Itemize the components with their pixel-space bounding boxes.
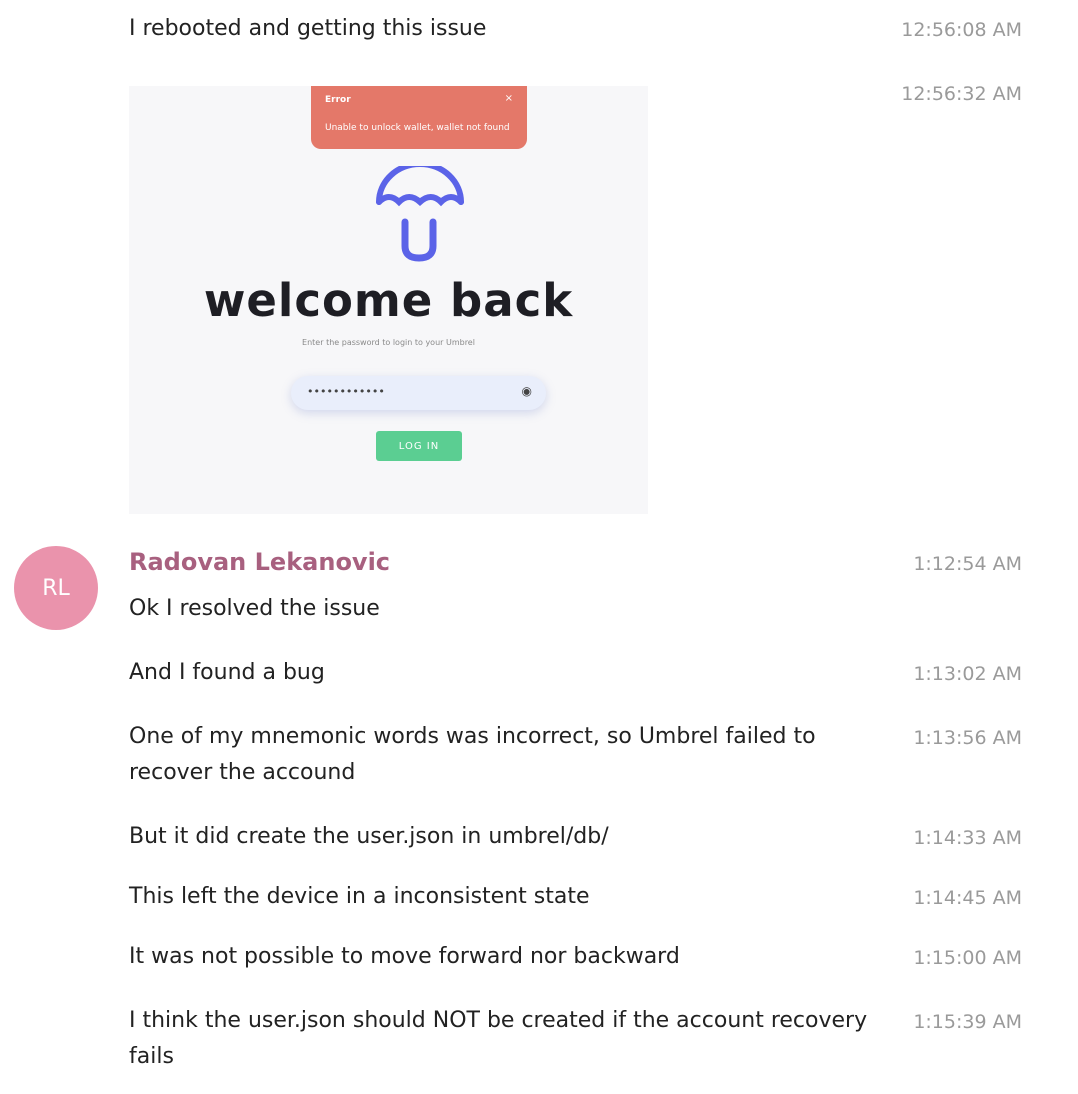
message-line: One of my mnemonic words was incorrect, … [129, 724, 816, 749]
sender-name[interactable]: Radovan Lekanovic [129, 548, 390, 576]
message-text: One of my mnemonic words was incorrect, … [129, 719, 816, 791]
message-timestamp: 1:15:00 AM [913, 947, 1022, 969]
error-message: Unable to unlock wallet, wallet not foun… [325, 123, 510, 133]
message-text: It was not possible to move forward nor … [129, 944, 680, 969]
login-button: LOG IN [376, 431, 462, 461]
message-line: recover the accound [129, 760, 356, 785]
message-timestamp: 1:13:02 AM [913, 663, 1022, 685]
message-timestamp: 1:14:33 AM [913, 827, 1022, 849]
password-field: •••••••••••• ◉ [291, 376, 546, 410]
message-timestamp: 12:56:32 AM [901, 83, 1022, 105]
password-value: •••••••••••• [307, 385, 385, 398]
message-timestamp: 1:15:39 AM [913, 1011, 1022, 1033]
image-attachment[interactable]: Error × Unable to unlock wallet, wallet … [129, 86, 648, 514]
message-text: I think the user.json should NOT be crea… [129, 1003, 867, 1075]
message-line: fails [129, 1044, 174, 1069]
umbrella-logo-icon [376, 166, 464, 262]
error-toast: Error × Unable to unlock wallet, wallet … [311, 86, 527, 149]
message-text: This left the device in a inconsistent s… [129, 884, 590, 909]
message-timestamp: 1:13:56 AM [913, 727, 1022, 749]
message-timestamp: 12:56:08 AM [901, 19, 1022, 41]
message-line: I think the user.json should NOT be crea… [129, 1008, 868, 1033]
login-subtitle: Enter the password to login to your Umbr… [302, 338, 475, 347]
close-icon: × [504, 93, 513, 104]
welcome-heading: welcome back [203, 274, 574, 327]
message-timestamp: 1:14:45 AM [913, 887, 1022, 909]
avatar[interactable]: RL [14, 546, 98, 630]
message-text: Ok I resolved the issue [129, 596, 380, 621]
error-title: Error [325, 95, 351, 105]
message-text: I rebooted and getting this issue [129, 16, 487, 41]
message-timestamp: 1:12:54 AM [913, 553, 1022, 575]
message-text: And I found a bug [129, 660, 325, 685]
eye-icon: ◉ [521, 384, 532, 398]
message-text: But it did create the user.json in umbre… [129, 824, 609, 849]
